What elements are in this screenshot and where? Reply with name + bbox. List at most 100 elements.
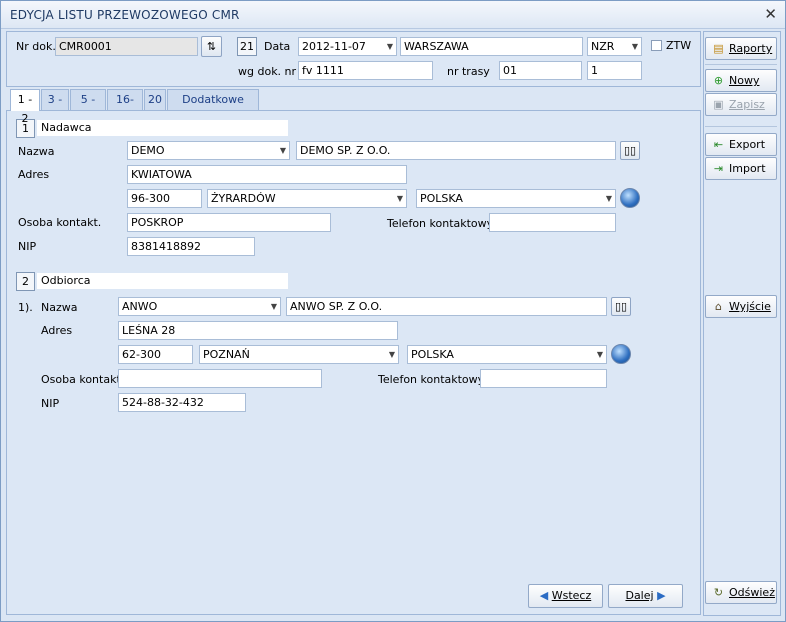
wg-dok-field[interactable]: fv 1111 bbox=[298, 61, 433, 80]
odbiorca-globe-icon[interactable] bbox=[611, 344, 631, 364]
odbiorca-osoba-label: Osoba kontakt. bbox=[41, 373, 125, 386]
reports-button[interactable]: ▤ Raporty bbox=[705, 37, 777, 60]
report-icon: ▤ bbox=[713, 42, 724, 55]
nr-trasy-field[interactable]: 01 bbox=[499, 61, 582, 80]
refresh-button-label: Odśwież bbox=[729, 586, 775, 599]
nadawca-globe-icon[interactable] bbox=[620, 188, 640, 208]
next-button[interactable]: Dalej ▶ bbox=[608, 584, 683, 608]
nadawca-telefon-label: Telefon kontaktowy bbox=[387, 217, 494, 230]
nadawca-postcode-field[interactable]: 96-300 bbox=[127, 189, 202, 208]
save-button[interactable]: ▣ Zapisz bbox=[705, 93, 777, 116]
ztw-checkbox[interactable] bbox=[651, 40, 662, 51]
nadawca-phone-field[interactable] bbox=[489, 213, 616, 232]
chevron-down-icon: ▼ bbox=[596, 350, 603, 359]
new-button[interactable]: ⊕ Nowy bbox=[705, 69, 777, 92]
back-button-label: Wstecz bbox=[551, 589, 592, 602]
nadawca-code-select[interactable]: DEMO ▼ bbox=[127, 141, 290, 160]
chevron-down-icon: ▼ bbox=[605, 194, 612, 203]
odbiorca-code-value: ANWO bbox=[122, 300, 158, 313]
numbering-button[interactable]: ⇅ bbox=[201, 36, 222, 57]
odbiorca-contacts-button[interactable]: ▯▯ bbox=[611, 297, 631, 316]
odbiorca-code-select[interactable]: ANWO ▼ bbox=[118, 297, 281, 316]
chevron-down-icon: ▼ bbox=[386, 42, 393, 51]
odbiorca-index: 1). bbox=[18, 301, 33, 314]
close-icon[interactable]: ✕ bbox=[764, 5, 777, 23]
tab-20[interactable]: 20 bbox=[144, 89, 166, 110]
data-label: Data bbox=[264, 40, 291, 53]
place-field[interactable]: WARSZAWA bbox=[400, 37, 583, 56]
nr-dok-label: Nr dok. bbox=[16, 40, 56, 53]
odbiorca-phone-field[interactable] bbox=[480, 369, 607, 388]
odbiorca-number-badge: 2 bbox=[16, 272, 35, 291]
sort-icon: ⇅ bbox=[206, 40, 217, 53]
action-sidebar bbox=[703, 31, 781, 616]
wg-dok-label: wg dok. nr bbox=[238, 65, 297, 78]
odbiorca-section-title: Odbiorca bbox=[37, 273, 288, 289]
chevron-down-icon: ▼ bbox=[279, 146, 286, 155]
tab-1-2[interactable]: 1 - 2 bbox=[10, 89, 40, 125]
exit-button-label: Wyjście bbox=[729, 300, 771, 313]
save-button-label: Zapisz bbox=[729, 98, 765, 111]
next-button-label: Dalej bbox=[625, 589, 654, 602]
nzr-select[interactable]: NZR ▼ bbox=[587, 37, 642, 56]
nadawca-city-select[interactable]: ŻYRARDÓW ▼ bbox=[207, 189, 407, 208]
new-button-label: Nowy bbox=[729, 74, 760, 87]
odbiorca-adres-label: Adres bbox=[41, 324, 73, 337]
arrow-left-icon: ◀ bbox=[539, 589, 549, 602]
nadawca-contact-field[interactable]: POSKROP bbox=[127, 213, 331, 232]
add-icon: ⊕ bbox=[713, 74, 724, 87]
export-button-label: Export bbox=[729, 138, 766, 151]
field-21-badge: 21 bbox=[237, 37, 257, 56]
nzr-value: NZR bbox=[591, 40, 615, 53]
import-button[interactable]: ⇥ Import bbox=[705, 157, 777, 180]
odbiorca-contact-field[interactable] bbox=[118, 369, 322, 388]
odbiorca-country-select[interactable]: POLSKA ▼ bbox=[407, 345, 607, 364]
odbiorca-city-value: POZNAŃ bbox=[203, 348, 250, 361]
date-picker[interactable]: 2012-11-07 ▼ bbox=[298, 37, 397, 56]
refresh-icon: ↻ bbox=[713, 586, 724, 599]
odbiorca-city-select[interactable]: POZNAŃ ▼ bbox=[199, 345, 399, 364]
book-icon: ▯▯ bbox=[614, 300, 628, 313]
chevron-down-icon: ▼ bbox=[270, 302, 277, 311]
date-value: 2012-11-07 bbox=[302, 40, 366, 53]
save-icon: ▣ bbox=[713, 98, 724, 111]
odbiorca-telefon-label: Telefon kontaktowy bbox=[378, 373, 485, 386]
odbiorca-nip-field[interactable]: 524-88-32-432 bbox=[118, 393, 246, 412]
nr-trasy-label: nr trasy bbox=[447, 65, 490, 78]
odbiorca-postcode-field[interactable]: 62-300 bbox=[118, 345, 193, 364]
import-icon: ⇥ bbox=[713, 162, 724, 175]
tab-16-19[interactable]: 16-19 bbox=[107, 89, 143, 125]
tab-dodatkowe-opcje[interactable]: Dodatkowe opcje bbox=[167, 89, 259, 125]
odbiorca-name-field[interactable]: ANWO SP. Z O.O. bbox=[286, 297, 607, 316]
nadawca-contacts-button[interactable]: ▯▯ bbox=[620, 141, 640, 160]
nadawca-code-value: DEMO bbox=[131, 144, 165, 157]
chevron-down-icon: ▼ bbox=[396, 194, 403, 203]
nadawca-name-field[interactable]: DEMO SP. Z O.O. bbox=[296, 141, 616, 160]
exit-button[interactable]: ⌂ Wyjście bbox=[705, 295, 777, 318]
tab-3-4[interactable]: 3 - 4 bbox=[41, 89, 69, 125]
refresh-button[interactable]: ↻ Odśwież bbox=[705, 581, 777, 604]
nr-dok-field[interactable]: CMR0001 bbox=[55, 37, 198, 56]
nadawca-address-field[interactable]: KWIATOWA bbox=[127, 165, 407, 184]
title-bar: EDYCJA LISTU PRZEWOZOWEGO CMR ✕ bbox=[1, 1, 785, 29]
odbiorca-nazwa-label: Nazwa bbox=[41, 301, 78, 314]
chevron-down-icon: ▼ bbox=[388, 350, 395, 359]
book-icon: ▯▯ bbox=[623, 144, 637, 157]
nadawca-country-value: POLSKA bbox=[420, 192, 463, 205]
export-icon: ⇤ bbox=[713, 138, 724, 151]
reports-button-label: Raporty bbox=[729, 42, 773, 55]
back-button[interactable]: ◀ Wstecz bbox=[528, 584, 603, 608]
sidebar-separator bbox=[705, 64, 777, 65]
tab-5-15[interactable]: 5 - 15 bbox=[70, 89, 106, 125]
sequence-field[interactable]: 1 bbox=[587, 61, 642, 80]
window-title: EDYCJA LISTU PRZEWOZOWEGO CMR bbox=[10, 8, 240, 22]
nadawca-osoba-label: Osoba kontakt. bbox=[18, 216, 102, 229]
arrow-right-icon: ▶ bbox=[657, 589, 666, 602]
odbiorca-address-field[interactable]: LEŚNA 28 bbox=[118, 321, 398, 340]
nadawca-nip-field[interactable]: 8381418892 bbox=[127, 237, 255, 256]
home-icon: ⌂ bbox=[715, 300, 722, 313]
nadawca-country-select[interactable]: POLSKA ▼ bbox=[416, 189, 616, 208]
sidebar-separator bbox=[705, 126, 777, 127]
export-button[interactable]: ⇤ Export bbox=[705, 133, 777, 156]
import-button-label: Import bbox=[729, 162, 766, 175]
